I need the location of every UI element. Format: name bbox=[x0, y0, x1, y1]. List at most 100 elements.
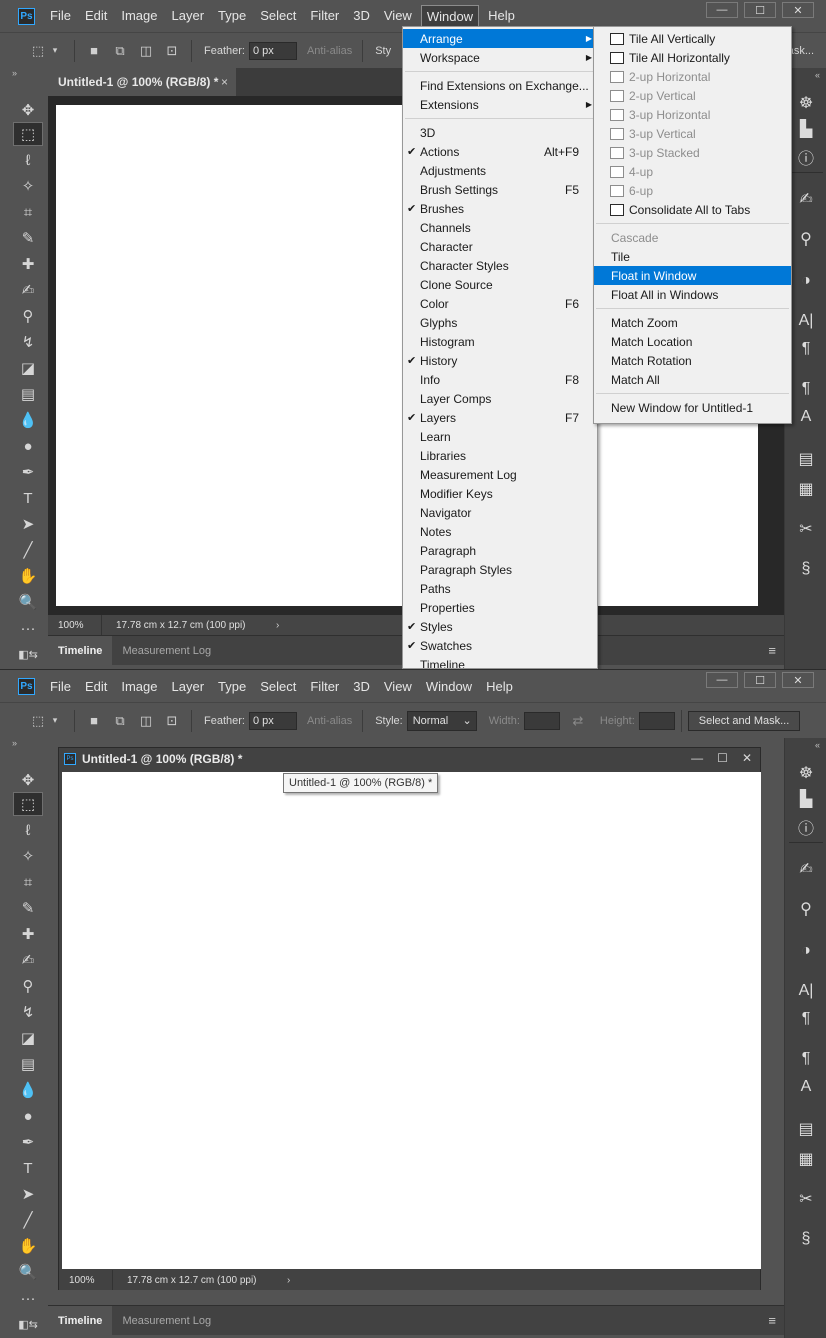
status-menu-arrow-icon[interactable]: › bbox=[283, 1275, 290, 1286]
tab-measurement-log[interactable]: Measurement Log bbox=[112, 636, 221, 665]
minimize-button[interactable]: — bbox=[706, 672, 738, 688]
minimize-button[interactable]: — bbox=[706, 2, 738, 18]
menu-view[interactable]: View bbox=[379, 676, 417, 697]
tab-measurement-log[interactable]: Measurement Log bbox=[112, 1306, 221, 1335]
canvas[interactable] bbox=[62, 772, 761, 1269]
menu-item-extensions[interactable]: Extensions ▶ bbox=[403, 95, 597, 114]
menu-item-3d[interactable]: 3D bbox=[403, 123, 597, 142]
width-input[interactable] bbox=[523, 711, 560, 730]
eyedropper-tool-icon[interactable]: ✎ bbox=[13, 896, 43, 920]
antialias-checkbox-label[interactable]: Anti-alias bbox=[307, 45, 352, 57]
navigator-icon[interactable]: ☸ bbox=[791, 762, 821, 784]
crop-tool-icon[interactable]: ⌗ bbox=[13, 200, 43, 224]
collapse-icon[interactable]: « bbox=[815, 70, 820, 80]
feather-input[interactable]: 0 px bbox=[248, 711, 297, 730]
menu-item-tile-all-vertically[interactable]: Tile All Vertically bbox=[594, 29, 791, 48]
default-colors-icon[interactable]: ◧⇆ bbox=[13, 642, 43, 666]
collapse-icon[interactable]: » bbox=[12, 738, 17, 748]
info-icon[interactable]: ⓘ bbox=[791, 816, 821, 838]
menu-type[interactable]: Type bbox=[213, 5, 251, 28]
menu-item-paragraph[interactable]: Paragraph bbox=[403, 541, 597, 560]
hand-tool-icon[interactable]: ✋ bbox=[13, 564, 43, 588]
type-tool-icon[interactable]: T bbox=[13, 486, 43, 510]
status-menu-arrow-icon[interactable]: › bbox=[272, 620, 279, 631]
collapse-icon[interactable]: » bbox=[12, 68, 17, 78]
gradient-tool-icon[interactable]: ▤ bbox=[13, 1052, 43, 1076]
blur-tool-icon[interactable]: 💧 bbox=[13, 1078, 43, 1102]
menu-item-modifier-keys[interactable]: Modifier Keys bbox=[403, 484, 597, 503]
maximize-button[interactable]: ☐ bbox=[744, 672, 776, 688]
subtract-selection-icon[interactable]: ◫ bbox=[138, 43, 154, 59]
lasso-tool-icon[interactable]: ℓ bbox=[13, 148, 43, 172]
menu-image[interactable]: Image bbox=[116, 5, 162, 28]
menu-file[interactable]: File bbox=[45, 5, 76, 28]
libraries-icon[interactable]: § bbox=[791, 1228, 821, 1250]
menu-item-float-all-in-windows[interactable]: Float All in Windows bbox=[594, 285, 791, 304]
height-input[interactable] bbox=[638, 711, 675, 730]
close-tab-icon[interactable]: × bbox=[221, 75, 228, 89]
menu-help[interactable]: Help bbox=[481, 676, 518, 697]
character-icon[interactable]: A| bbox=[791, 310, 821, 332]
menu-item-consolidate-all-to-tabs[interactable]: Consolidate All to Tabs bbox=[594, 200, 791, 219]
minimize-button[interactable]: — bbox=[691, 751, 703, 765]
menu-filter[interactable]: Filter bbox=[305, 5, 344, 28]
notes-icon[interactable]: ▦ bbox=[791, 1148, 821, 1170]
new-selection-icon[interactable]: ■ bbox=[86, 713, 102, 729]
brush-settings-icon[interactable]: ✍ bbox=[791, 188, 821, 210]
tool-presets-icon[interactable]: ✂ bbox=[791, 518, 821, 540]
menu-image[interactable]: Image bbox=[116, 676, 162, 697]
libraries-icon[interactable]: § bbox=[791, 558, 821, 580]
menu-item-properties[interactable]: Properties bbox=[403, 598, 597, 617]
line-tool-icon[interactable]: ╱ bbox=[13, 1208, 43, 1232]
select-and-mask-button[interactable]: Select and Mask... bbox=[687, 710, 801, 731]
menu-item-tile-all-horizontally[interactable]: Tile All Horizontally bbox=[594, 48, 791, 67]
brush-tool-icon[interactable]: ✍ bbox=[13, 278, 43, 302]
path-selection-tool-icon[interactable]: ➤ bbox=[13, 512, 43, 536]
crop-tool-icon[interactable]: ⌗ bbox=[13, 870, 43, 894]
tab-timeline[interactable]: Timeline bbox=[48, 636, 113, 665]
panel-menu-icon[interactable]: ≡ bbox=[768, 1313, 776, 1328]
feather-input[interactable]: 0 px bbox=[248, 41, 297, 60]
menu-help[interactable]: Help bbox=[483, 5, 520, 28]
move-tool-icon[interactable]: ✥ bbox=[13, 768, 43, 792]
menu-item-notes[interactable]: Notes bbox=[403, 522, 597, 541]
menu-item-paths[interactable]: Paths bbox=[403, 579, 597, 598]
new-selection-icon[interactable]: ■ bbox=[86, 43, 102, 59]
close-button[interactable]: ✕ bbox=[782, 672, 814, 688]
pen-tool-icon[interactable]: ✒ bbox=[13, 1130, 43, 1154]
histogram-icon[interactable]: ▙ bbox=[791, 788, 821, 810]
navigator-icon[interactable]: ☸ bbox=[791, 92, 821, 114]
document-tab[interactable]: Untitled-1 @ 100% (RGB/8) * × bbox=[48, 68, 236, 96]
menu-item-layer-comps[interactable]: Layer Comps bbox=[403, 389, 597, 408]
menu-item-history[interactable]: ✔ History bbox=[403, 351, 597, 370]
menu-item-glyphs[interactable]: Glyphs bbox=[403, 313, 597, 332]
notes-icon[interactable]: ▦ bbox=[791, 478, 821, 500]
menu-item-paragraph-styles[interactable]: Paragraph Styles bbox=[403, 560, 597, 579]
menu-item-libraries[interactable]: Libraries bbox=[403, 446, 597, 465]
properties-icon[interactable]: ▤ bbox=[791, 448, 821, 470]
menu-item-match-zoom[interactable]: Match Zoom bbox=[594, 313, 791, 332]
healing-brush-tool-icon[interactable]: ✚ bbox=[13, 252, 43, 276]
menu-item-actions[interactable]: ✔ Actions Alt+F9 bbox=[403, 142, 597, 161]
menu-filter[interactable]: Filter bbox=[305, 676, 344, 697]
menu-item-workspace[interactable]: Workspace ▶ bbox=[403, 48, 597, 67]
menu-edit[interactable]: Edit bbox=[80, 5, 112, 28]
menu-layer[interactable]: Layer bbox=[167, 676, 210, 697]
menu-item-character-styles[interactable]: Character Styles bbox=[403, 256, 597, 275]
clone-stamp-tool-icon[interactable]: ⚲ bbox=[13, 304, 43, 328]
menu-select[interactable]: Select bbox=[255, 676, 301, 697]
paragraph-styles-icon[interactable]: ¶ bbox=[791, 378, 821, 400]
subtract-selection-icon[interactable]: ◫ bbox=[138, 713, 154, 729]
style-select[interactable]: Normal ⌄ bbox=[406, 710, 477, 731]
character-icon[interactable]: A| bbox=[791, 980, 821, 1002]
menu-item-measurement-log[interactable]: Measurement Log bbox=[403, 465, 597, 484]
menu-item-info[interactable]: Info F8 bbox=[403, 370, 597, 389]
adjustments-icon[interactable]: ◑ bbox=[791, 270, 821, 292]
menu-item-find-extensions-on-exchange[interactable]: Find Extensions on Exchange... bbox=[403, 76, 597, 95]
paragraph-styles-icon[interactable]: ¶ bbox=[791, 1048, 821, 1070]
brush-settings-icon[interactable]: ✍ bbox=[791, 858, 821, 880]
chevron-down-icon[interactable]: ▾ bbox=[47, 713, 63, 729]
maximize-button[interactable]: ☐ bbox=[744, 2, 776, 18]
menu-item-learn[interactable]: Learn bbox=[403, 427, 597, 446]
rectangular-marquee-tool-icon[interactable]: ⬚ bbox=[13, 122, 43, 146]
